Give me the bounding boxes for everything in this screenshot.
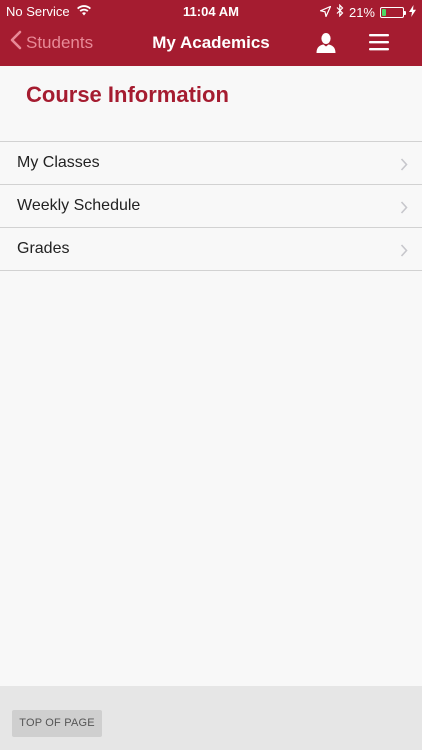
battery-icon <box>380 6 406 18</box>
list-item-grades[interactable]: Grades <box>0 228 422 271</box>
battery-fill <box>382 8 387 16</box>
chevron-right-icon <box>400 244 408 257</box>
course-info-list: My Classes Weekly Schedule Grades <box>0 141 422 271</box>
list-item-label: Weekly Schedule <box>17 197 141 214</box>
status-right: 21% <box>318 3 416 20</box>
status-bar: No Service 11:04 AM 21% <box>0 0 422 22</box>
profile-button[interactable] <box>314 31 338 55</box>
charging-bolt-icon <box>409 4 416 20</box>
list-item-my-classes[interactable]: My Classes <box>0 142 422 185</box>
footer: TOP OF PAGE <box>0 686 422 750</box>
top-of-page-button[interactable]: TOP OF PAGE <box>12 710 102 737</box>
hamburger-menu-icon <box>368 34 390 56</box>
battery-cap <box>404 10 406 15</box>
battery-percent: 21% <box>348 4 375 20</box>
section-title: Course Information <box>26 82 229 107</box>
chevron-right-icon <box>400 158 408 171</box>
app-header: No Service 11:04 AM 21% Students My Acad… <box>0 0 422 66</box>
page-title: My Academics <box>152 33 270 52</box>
chevron-right-icon <box>400 201 408 214</box>
nav-bar: Students My Academics <box>0 22 422 66</box>
list-item-label: My Classes <box>17 154 100 171</box>
location-arrow-icon <box>318 4 332 20</box>
user-icon <box>314 33 338 59</box>
bluetooth-icon <box>336 3 344 20</box>
list-item-label: Grades <box>17 240 70 257</box>
menu-button[interactable] <box>368 32 390 52</box>
list-item-weekly-schedule[interactable]: Weekly Schedule <box>0 185 422 228</box>
